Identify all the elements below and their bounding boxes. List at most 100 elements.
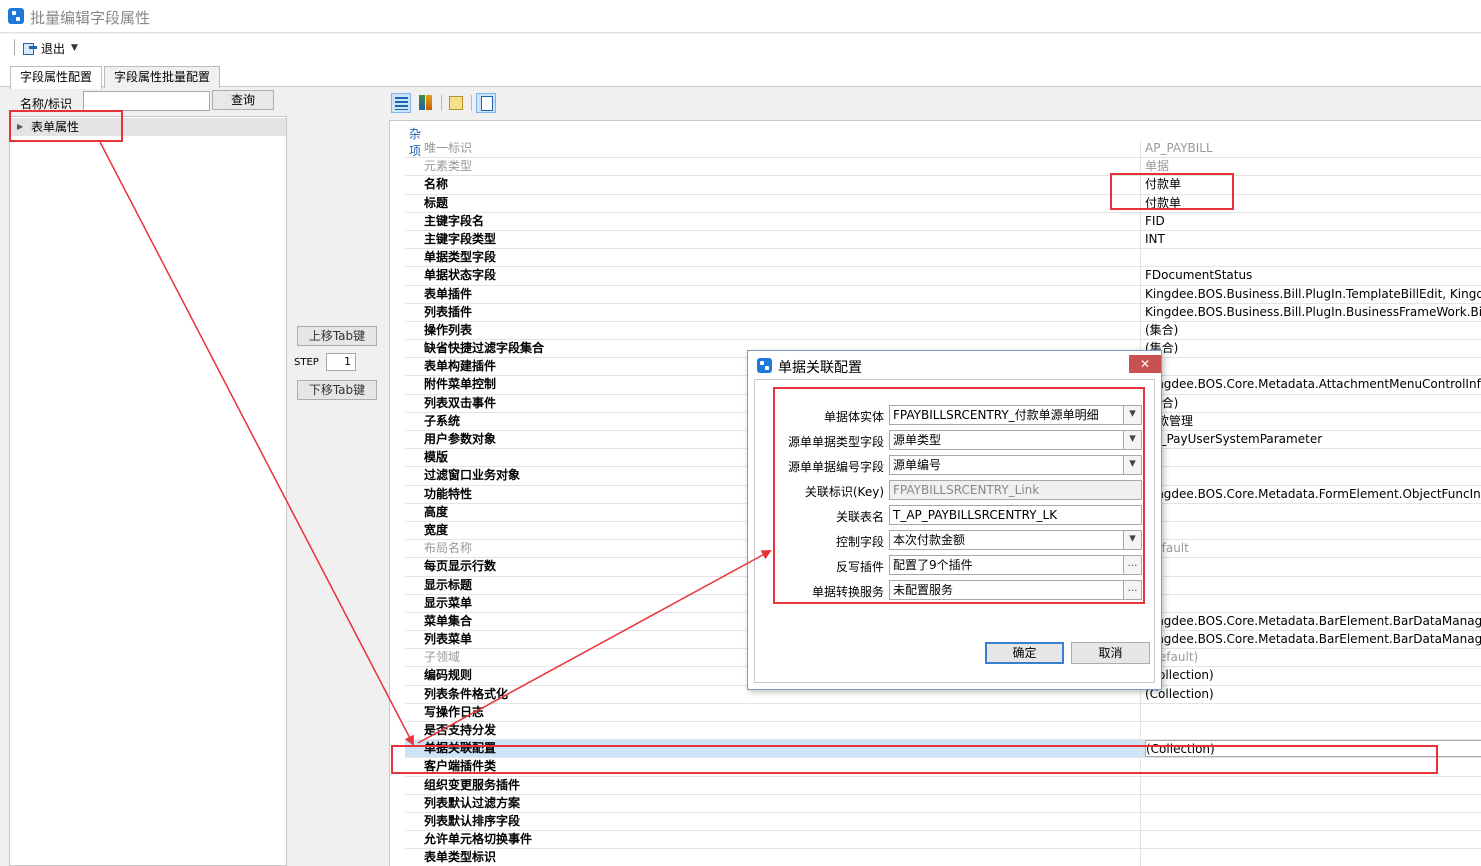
property-value[interactable] [1145, 504, 1481, 521]
property-value[interactable] [1145, 577, 1481, 594]
property-row[interactable]: 操作列表 (集合) [405, 321, 1481, 341]
property-name: 主键字段名 [405, 212, 1141, 230]
chevron-down-icon[interactable]: ▾ [1123, 430, 1142, 450]
dialog-field-input[interactable]: 未配置服务 [889, 580, 1142, 600]
dialog-field-input[interactable]: 源单类型 [889, 430, 1142, 450]
property-value[interactable] [1145, 758, 1481, 775]
property-row[interactable]: 客户端插件类 [405, 758, 1481, 777]
property-row[interactable]: 单据状态字段 FDocumentStatus [405, 267, 1481, 286]
property-value[interactable] [1145, 358, 1481, 375]
alphabetical-sort-button[interactable] [416, 93, 436, 113]
dialog-field-row: 单据转换服务 未配置服务… [755, 580, 1155, 600]
property-row[interactable]: 表单类型标识 [405, 849, 1481, 866]
exit-button[interactable]: 退出 ▼ [22, 38, 78, 58]
property-value[interactable] [1145, 704, 1481, 721]
ok-button[interactable]: 确定 [985, 642, 1064, 664]
property-row[interactable]: 主键字段名 FID [405, 212, 1481, 231]
tree-item-form-properties[interactable]: ▶ 表单属性 [11, 118, 286, 136]
property-value[interactable]: (Collection) [1145, 740, 1481, 758]
property-value[interactable]: (Collection) [1145, 667, 1481, 684]
property-value[interactable]: Kingdee.BOS.Core.Metadata.BarElement.Bar… [1145, 613, 1481, 630]
property-value[interactable] [1145, 831, 1481, 848]
property-row[interactable]: 列表默认排序字段 [405, 812, 1481, 832]
property-row[interactable]: 单据类型字段 [405, 249, 1481, 268]
property-value[interactable] [1145, 522, 1481, 539]
dialog-field-label: 控制字段 [835, 535, 884, 549]
dialog-field-row: 反写插件 配置了9个插件… [755, 555, 1155, 575]
chevron-down-icon[interactable]: ▾ [1123, 530, 1142, 550]
move-tab-down-button[interactable]: 下移Tab键 [297, 380, 377, 400]
property-value[interactable] [1145, 558, 1481, 575]
property-value[interactable]: INT [1145, 231, 1481, 248]
categorized-view-button[interactable] [391, 93, 411, 113]
query-button[interactable]: 查询 [212, 90, 274, 110]
property-value[interactable]: Default [1145, 540, 1481, 557]
property-value[interactable]: (Collection) [1145, 686, 1481, 703]
move-tab-up-button[interactable]: 上移Tab键 [297, 326, 377, 346]
dialog-title-bar[interactable]: 单据关联配置 ✕ [748, 351, 1161, 379]
chevron-down-icon[interactable]: ▼ [71, 43, 78, 53]
description-toggle-button[interactable] [476, 93, 496, 113]
property-row[interactable]: 组织变更服务插件 [405, 776, 1481, 795]
property-value[interactable]: 单据 [1145, 158, 1481, 175]
dialog-field-input: FPAYBILLSRCENTRY_Link [889, 480, 1142, 500]
property-value[interactable]: (集合) [1145, 395, 1481, 412]
dialog-field-input[interactable]: 源单编号 [889, 455, 1142, 475]
property-pages-button[interactable] [446, 93, 466, 113]
property-value[interactable]: 付款单 [1145, 176, 1481, 193]
expand-arrow-icon[interactable]: ▶ [17, 118, 23, 136]
property-row[interactable]: 列表默认过滤方案 [405, 794, 1481, 813]
property-row[interactable]: 允许单元格切换事件 [405, 831, 1481, 850]
property-row[interactable]: 唯一标识 AP_PAYBILL [405, 140, 1481, 159]
property-value[interactable]: AP_PayUserSystemParameter [1145, 431, 1481, 448]
chevron-down-icon[interactable]: ▾ [1123, 455, 1142, 475]
tab-field-property-batch-config[interactable]: 字段属性批量配置 [104, 66, 221, 88]
tab-field-property-config[interactable]: 字段属性配置 [10, 66, 103, 89]
property-value[interactable] [1145, 595, 1481, 612]
dialog-body: 单据体实体 FPAYBILLSRCENTRY_付款单源单明细 ▾ 源单单据类型字段 源单… [754, 379, 1155, 683]
property-value[interactable]: Kingdee.BOS.Core.Metadata.BarElement.Bar… [1145, 631, 1481, 648]
property-value[interactable] [1145, 249, 1481, 266]
property-value[interactable]: (集合) [1145, 340, 1481, 357]
property-row[interactable]: 元素类型 单据 [405, 158, 1481, 177]
dialog-field-input[interactable]: T_AP_PAYBILLSRCENTRY_LK [889, 505, 1142, 525]
chevron-down-icon[interactable]: ▾ [1123, 405, 1142, 425]
property-value[interactable] [1145, 795, 1481, 812]
dialog-field-input[interactable]: 本次付款金额 [889, 530, 1142, 550]
property-value[interactable]: FDocumentStatus [1145, 267, 1481, 284]
dialog-field-input[interactable]: 配置了9个插件 [889, 555, 1142, 575]
property-value[interactable]: Kingdee.BOS.Core.Metadata.AttachmentMenu… [1145, 376, 1481, 393]
step-input[interactable]: 1 [326, 353, 356, 371]
property-row[interactable]: 主键字段类型 INT [405, 230, 1481, 250]
property-value[interactable]: Kingdee.BOS.Core.Metadata.FormElement.Ob… [1145, 486, 1481, 503]
property-value[interactable] [1145, 813, 1481, 830]
property-value[interactable] [1145, 467, 1481, 484]
property-value[interactable]: Kingdee.BOS.Business.Bill.PlugIn.Templat… [1145, 286, 1481, 303]
dialog-field-input[interactable]: FPAYBILLSRCENTRY_付款单源单明细 [889, 405, 1142, 425]
property-row[interactable]: 名称 付款单 [405, 176, 1481, 195]
property-row[interactable]: 单据关联配置 (Collection) [405, 740, 1481, 759]
property-row[interactable]: 写操作日志 [405, 703, 1481, 722]
property-value[interactable]: FID [1145, 213, 1481, 230]
property-row[interactable]: 列表插件 Kingdee.BOS.Business.Bill.PlugIn.Bus… [405, 303, 1481, 322]
ellipsis-icon[interactable]: … [1123, 555, 1142, 575]
property-value[interactable]: (Default) [1145, 649, 1481, 666]
dialog-field-row: 单据体实体 FPAYBILLSRCENTRY_付款单源单明细 ▾ [755, 405, 1155, 425]
property-value[interactable] [1145, 849, 1481, 866]
search-input[interactable] [83, 91, 210, 111]
property-value[interactable]: 付款单 [1145, 195, 1481, 212]
property-value[interactable]: 付款管理 [1145, 413, 1481, 430]
property-value[interactable]: Kingdee.BOS.Business.Bill.PlugIn.Busines… [1145, 304, 1481, 321]
ellipsis-icon[interactable]: … [1123, 580, 1142, 600]
property-value[interactable] [1145, 449, 1481, 466]
cancel-button[interactable]: 取消 [1071, 642, 1150, 664]
property-row[interactable]: 表单插件 Kingdee.BOS.Business.Bill.PlugIn.Tem… [405, 285, 1481, 304]
property-row[interactable]: 是否支持分发 [405, 722, 1481, 741]
close-icon[interactable]: ✕ [1129, 355, 1161, 373]
property-value[interactable]: AP_PAYBILL [1145, 140, 1481, 157]
property-row[interactable]: 标题 付款单 [405, 194, 1481, 213]
property-value[interactable] [1145, 777, 1481, 794]
property-value[interactable] [1145, 722, 1481, 739]
property-name: 组织变更服务插件 [405, 776, 1141, 794]
property-value[interactable]: (集合) [1145, 322, 1481, 339]
